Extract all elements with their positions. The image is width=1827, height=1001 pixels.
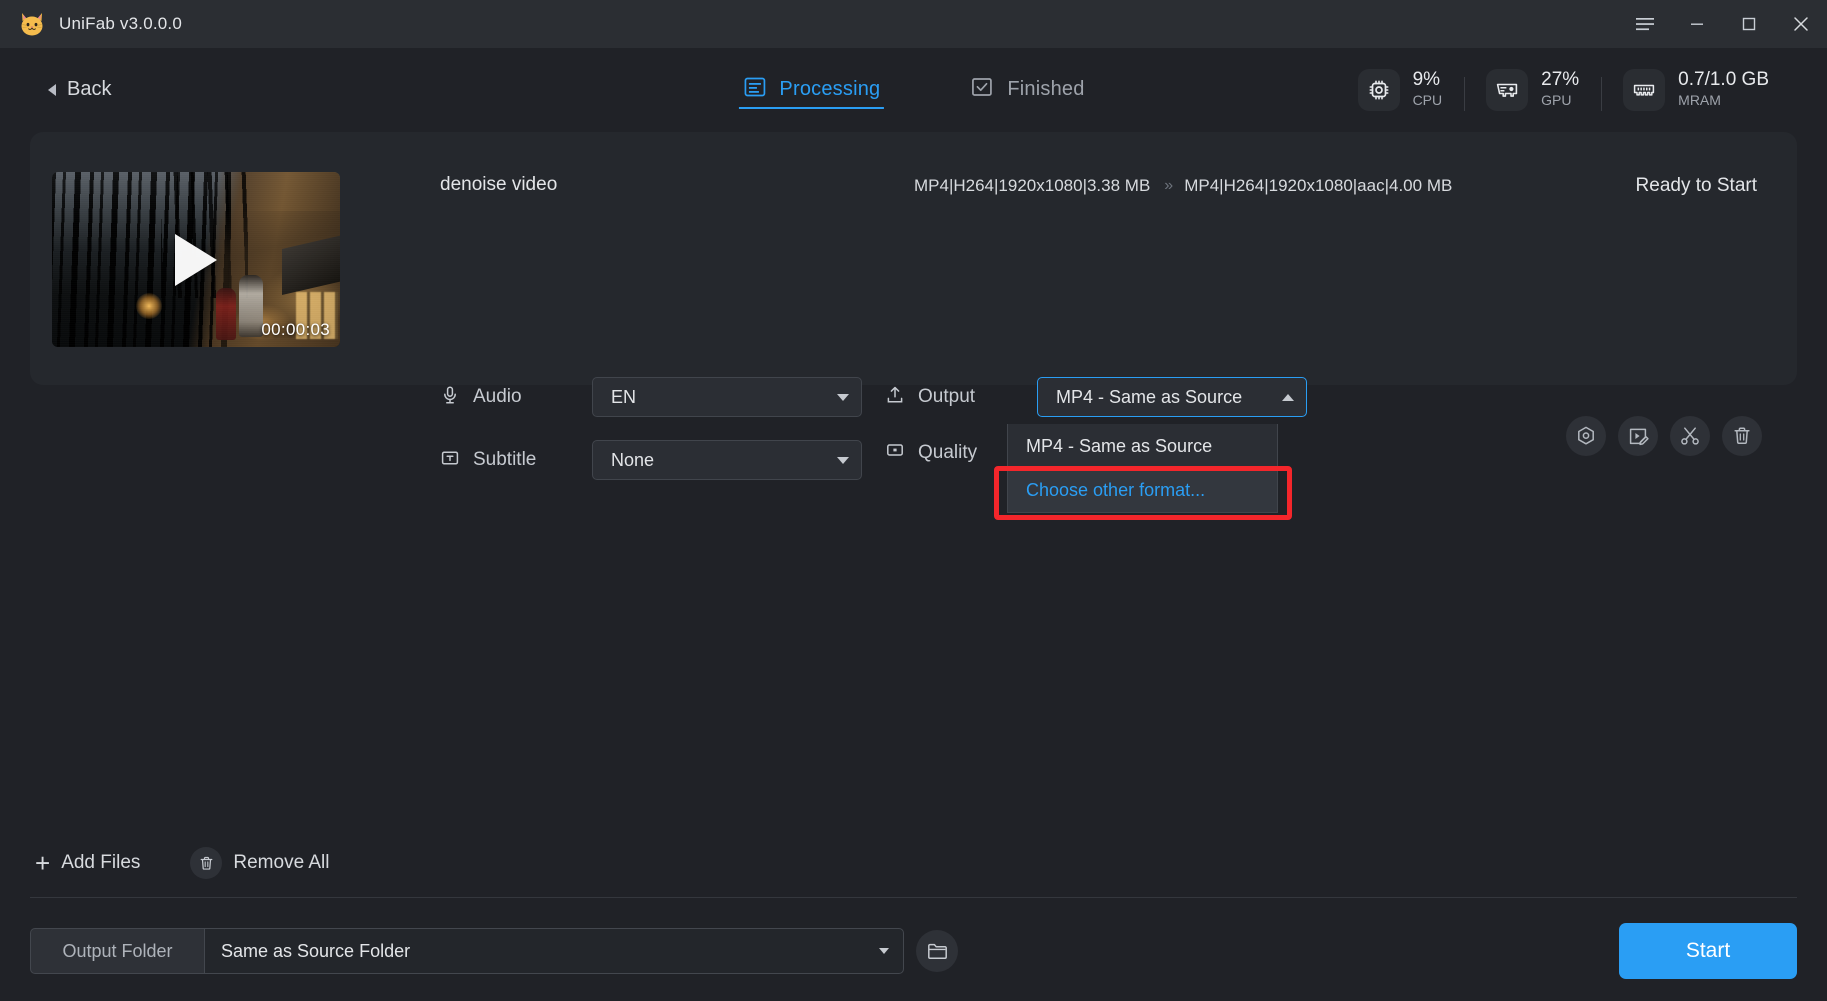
upload-icon: [885, 385, 905, 410]
target-format: MP4|H264|1920x1080|aac|4.00 MB: [1184, 176, 1452, 196]
unifab-window: UniFab v3.0.0.0: [0, 0, 1827, 1001]
video-duration: 00:00:03: [261, 320, 330, 340]
chevron-left-icon: [48, 84, 56, 96]
app-title: UniFab v3.0.0.0: [59, 14, 182, 34]
stat-mram: 0.7/1.0 GB MRAM: [1601, 69, 1791, 111]
dropdown-item-same-as-source[interactable]: MP4 - Same as Source: [1008, 424, 1277, 468]
option-row-output: Output MP4 - Same as Source: [885, 377, 1307, 417]
footer-divider: [30, 897, 1797, 898]
plus-icon: +: [35, 850, 50, 876]
hamburger-menu-icon[interactable]: [1619, 0, 1671, 48]
chevron-down-icon: [837, 394, 849, 401]
tab-processing-label: Processing: [779, 78, 880, 101]
source-format: MP4|H264|1920x1080|3.38 MB: [914, 176, 1150, 196]
window-controls: [1619, 0, 1827, 48]
dropdown-item-choose-other-format[interactable]: Choose other format...: [1008, 468, 1277, 512]
back-label: Back: [67, 78, 111, 101]
chevron-up-icon: [1282, 394, 1294, 401]
quality-frame-icon: [885, 440, 905, 465]
thumbnail-figure-white: [239, 275, 263, 337]
output-format-select[interactable]: MP4 - Same as Source: [1037, 377, 1307, 417]
output-folder-value: Same as Source Folder: [221, 941, 879, 962]
app-footer: Output Folder Same as Source Folder Star…: [0, 901, 1827, 1001]
subtitle-label-group: Subtitle: [440, 448, 592, 473]
add-files-label: Add Files: [61, 852, 140, 874]
cpu-value: 9%: [1413, 70, 1443, 91]
add-files-button[interactable]: + Add Files: [35, 850, 140, 876]
memory-stick-icon: [1623, 69, 1665, 111]
stat-cpu: 9% CPU: [1336, 69, 1465, 111]
thumbnail-figure-red: [216, 288, 236, 340]
header-tabs: Processing Finished: [738, 48, 1088, 131]
output-folder-select[interactable]: Same as Source Folder: [204, 928, 904, 974]
quality-label: Quality: [918, 442, 977, 464]
audio-label-group: Audio: [440, 385, 592, 410]
main-content: 00:00:03 denoise video MP4|H264|1920x108…: [0, 131, 1827, 1001]
gpu-label: GPU: [1541, 92, 1579, 109]
mram-label: MRAM: [1678, 92, 1769, 109]
back-button[interactable]: Back: [0, 78, 111, 101]
subtitle-select[interactable]: None: [592, 440, 862, 480]
gpu-value: 27%: [1541, 70, 1579, 91]
video-edit-icon[interactable]: [1618, 416, 1658, 456]
gpu-card-icon: [1486, 69, 1528, 111]
audio-select[interactable]: EN: [592, 377, 862, 417]
settings-hex-icon[interactable]: [1566, 416, 1606, 456]
trash-icon: [190, 847, 222, 879]
option-row-audio: Audio EN: [440, 377, 862, 417]
folder-open-icon[interactable]: [916, 930, 958, 972]
output-label: Output: [918, 386, 975, 408]
cpu-label: CPU: [1413, 92, 1443, 109]
close-icon[interactable]: [1775, 0, 1827, 48]
tab-processing[interactable]: Processing: [738, 48, 884, 131]
subtitle-text-icon: [440, 448, 460, 473]
audio-select-value: EN: [611, 387, 837, 408]
processing-list-icon: [742, 75, 766, 104]
play-triangle-icon[interactable]: [175, 234, 217, 286]
chevron-down-icon: [837, 457, 849, 464]
title-bar-left: UniFab v3.0.0.0: [0, 9, 182, 39]
subtitle-label: Subtitle: [473, 449, 536, 471]
cpu-chip-icon: [1358, 69, 1400, 111]
tab-finished[interactable]: Finished: [966, 48, 1088, 131]
app-header: Back Processing: [0, 48, 1827, 131]
thumbnail-lamp-glow: [136, 293, 162, 319]
microphone-icon: [440, 385, 460, 410]
cat-face-icon: [17, 9, 47, 39]
output-format-dropdown: MP4 - Same as Source Choose other format…: [1007, 424, 1278, 513]
conversion-arrow-icon: »: [1164, 177, 1170, 195]
remove-all-button[interactable]: Remove All: [190, 847, 329, 879]
list-actions: + Add Files Remove All: [35, 847, 330, 879]
start-button[interactable]: Start: [1619, 923, 1797, 979]
title-bar: UniFab v3.0.0.0: [0, 0, 1827, 48]
output-format-value: MP4 - Same as Source: [1056, 387, 1282, 408]
file-title: denoise video: [440, 174, 557, 196]
tab-finished-label: Finished: [1007, 78, 1084, 101]
audio-label: Audio: [473, 386, 522, 408]
stat-gpu: 27% GPU: [1464, 69, 1601, 111]
video-thumbnail[interactable]: 00:00:03: [52, 172, 340, 347]
system-stats: 9% CPU 27% GPU: [1336, 69, 1827, 111]
card-action-buttons: [1566, 416, 1762, 456]
file-task-card: 00:00:03 denoise video MP4|H264|1920x108…: [30, 132, 1797, 385]
minimize-icon[interactable]: [1671, 0, 1723, 48]
output-folder-group: Output Folder Same as Source Folder: [30, 928, 904, 974]
option-row-subtitle: Subtitle None: [440, 440, 862, 480]
mram-value: 0.7/1.0 GB: [1678, 70, 1769, 91]
thumbnail-cabin-roof: [282, 235, 340, 295]
format-conversion-row: MP4|H264|1920x1080|3.38 MB » MP4|H264|19…: [914, 176, 1452, 196]
output-label-group: Output: [885, 385, 1037, 410]
scissors-icon[interactable]: [1670, 416, 1710, 456]
remove-all-label: Remove All: [233, 852, 329, 874]
output-folder-label: Output Folder: [30, 928, 204, 974]
status-badge: Ready to Start: [1636, 175, 1757, 197]
trash-icon[interactable]: [1722, 416, 1762, 456]
checkbox-checked-icon: [970, 75, 994, 104]
chevron-down-icon: [879, 948, 889, 954]
subtitle-select-value: None: [611, 450, 837, 471]
maximize-icon[interactable]: [1723, 0, 1775, 48]
